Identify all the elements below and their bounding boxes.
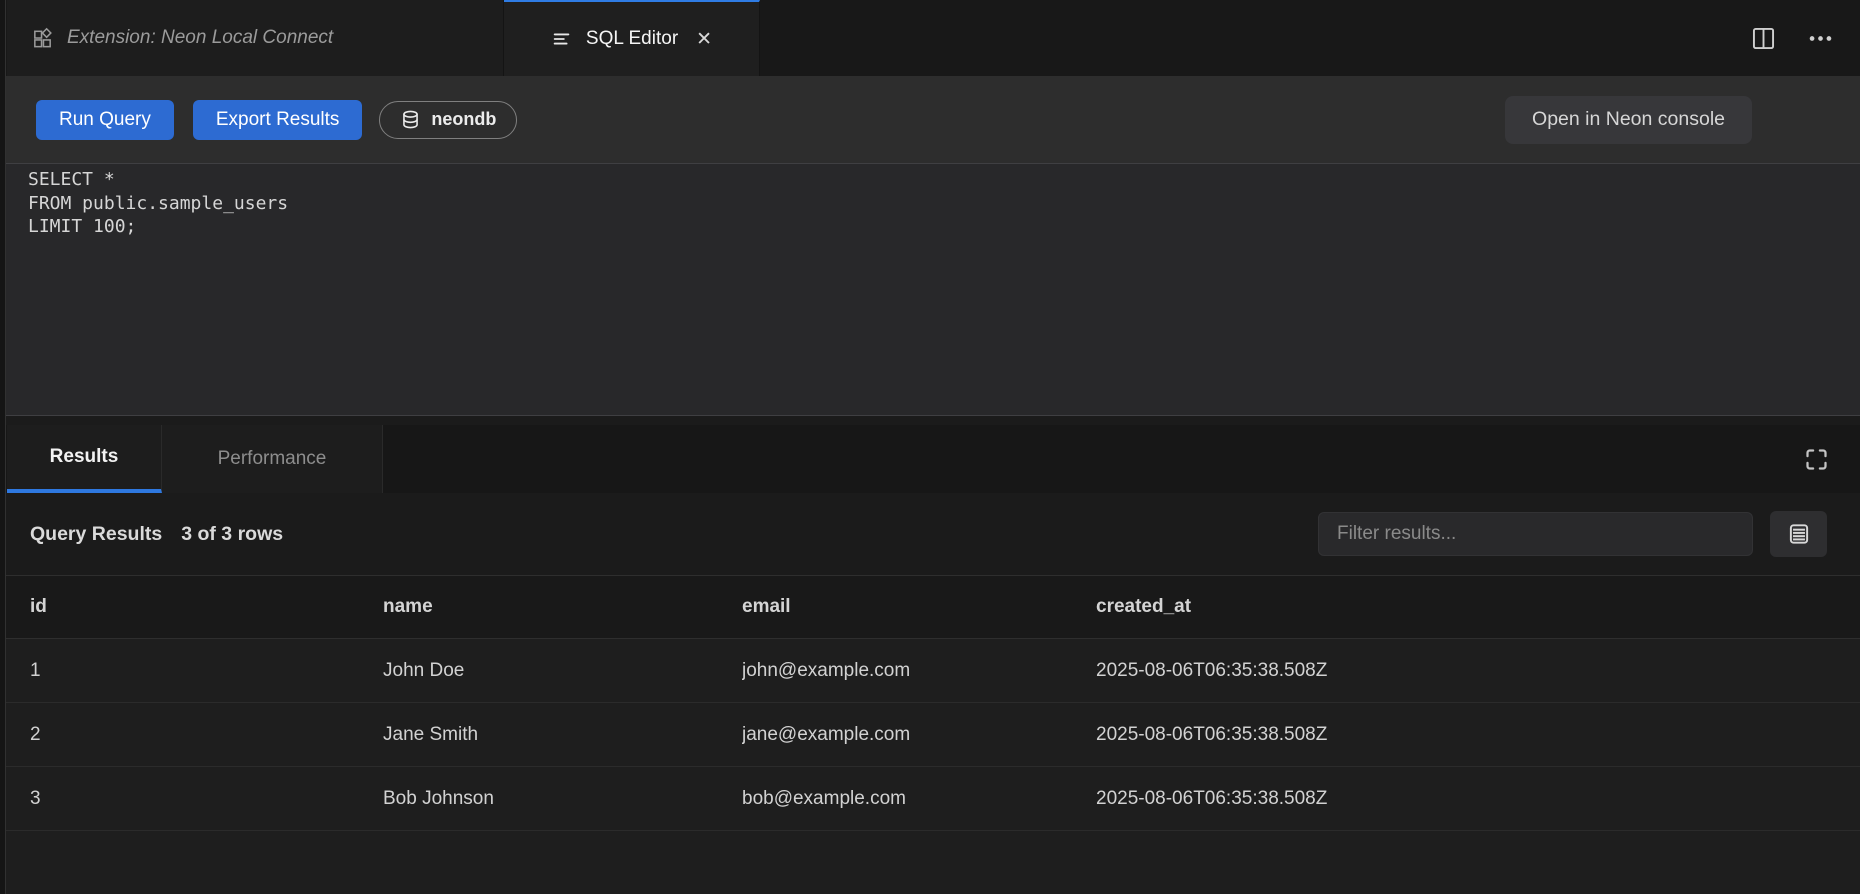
expand-fullscreen-icon[interactable] bbox=[1800, 443, 1832, 475]
query-results-header: Query Results 3 of 3 rows bbox=[0, 493, 1860, 575]
run-query-button[interactable]: Run Query bbox=[36, 100, 174, 140]
column-header[interactable]: email bbox=[742, 596, 1096, 618]
sql-editor-toolbar: Run Query Export Results neondb Open in … bbox=[0, 76, 1860, 163]
column-header[interactable]: created_at bbox=[1096, 596, 1860, 618]
table-cell: Jane Smith bbox=[383, 724, 742, 746]
rows-lines-icon bbox=[1786, 521, 1812, 547]
results-section-tabs: Results Performance bbox=[0, 425, 1860, 493]
table-cell: Bob Johnson bbox=[383, 788, 742, 810]
tab-label: SQL Editor bbox=[586, 28, 678, 50]
column-header[interactable]: id bbox=[30, 596, 383, 618]
editor-tab-bar: Extension: Neon Local Connect SQL Editor… bbox=[0, 0, 1860, 76]
table-view-toggle-button[interactable] bbox=[1770, 511, 1827, 557]
database-selector[interactable]: neondb bbox=[379, 101, 517, 139]
row-count-badge: 3 of 3 rows bbox=[181, 523, 283, 546]
table-cell: jane@example.com bbox=[742, 724, 1096, 746]
tab-extension-neon-local-connect[interactable]: Extension: Neon Local Connect bbox=[7, 0, 504, 76]
filter-results-input[interactable] bbox=[1318, 512, 1753, 556]
database-name: neondb bbox=[431, 109, 496, 130]
close-tab-icon[interactable]: ✕ bbox=[696, 30, 712, 49]
tab-results[interactable]: Results bbox=[7, 425, 162, 493]
export-results-button[interactable]: Export Results bbox=[193, 100, 363, 140]
results-table: idnameemailcreated_at 1John Doejohn@exam… bbox=[0, 575, 1860, 894]
table-row[interactable]: 1John Doejohn@example.com2025-08-06T06:3… bbox=[0, 639, 1860, 703]
table-cell: bob@example.com bbox=[742, 788, 1096, 810]
tab-performance[interactable]: Performance bbox=[162, 425, 383, 493]
database-icon bbox=[400, 109, 421, 130]
tab-bar-actions bbox=[1750, 0, 1860, 76]
table-cell: 2025-08-06T06:35:38.508Z bbox=[1096, 724, 1860, 746]
window-left-edge bbox=[0, 0, 6, 894]
tab-label: Extension: Neon Local Connect bbox=[67, 27, 333, 49]
sql-query-text[interactable]: SELECT * FROM public.sample_users LIMIT … bbox=[0, 164, 1860, 239]
table-row[interactable]: 3Bob Johnsonbob@example.com2025-08-06T06… bbox=[0, 767, 1860, 831]
split-editor-icon[interactable] bbox=[1750, 25, 1777, 52]
table-row[interactable]: 2Jane Smithjane@example.com2025-08-06T06… bbox=[0, 703, 1860, 767]
table-header-row: idnameemailcreated_at bbox=[0, 575, 1860, 639]
table-cell: 2 bbox=[30, 724, 383, 746]
open-neon-console-button[interactable]: Open in Neon console bbox=[1505, 96, 1752, 144]
table-cell: 1 bbox=[30, 660, 383, 682]
tab-sql-editor[interactable]: SQL Editor ✕ bbox=[504, 0, 760, 76]
table-cell: 2025-08-06T06:35:38.508Z bbox=[1096, 788, 1860, 810]
table-cell: 3 bbox=[30, 788, 383, 810]
list-lines-icon bbox=[551, 28, 573, 50]
more-actions-icon[interactable] bbox=[1807, 25, 1834, 52]
table-cell: john@example.com bbox=[742, 660, 1096, 682]
table-cell: 2025-08-06T06:35:38.508Z bbox=[1096, 660, 1860, 682]
table-body: 1John Doejohn@example.com2025-08-06T06:3… bbox=[0, 639, 1860, 831]
sql-code-editor[interactable]: SELECT * FROM public.sample_users LIMIT … bbox=[0, 163, 1860, 416]
column-header[interactable]: name bbox=[383, 596, 742, 618]
extensions-icon bbox=[31, 27, 54, 50]
query-results-title: Query Results bbox=[30, 523, 162, 546]
table-cell: John Doe bbox=[383, 660, 742, 682]
